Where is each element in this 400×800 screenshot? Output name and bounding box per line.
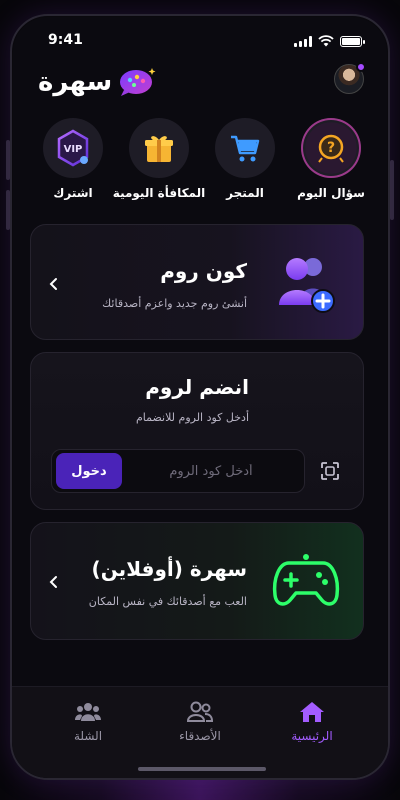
join-row: دخول <box>51 449 347 493</box>
wifi-icon <box>318 35 334 47</box>
chevron-left-icon <box>49 278 57 290</box>
vip-badge-icon: VIP <box>43 118 103 178</box>
tab-label: الشلة <box>73 729 103 743</box>
tab-list: الشلة الأصدقاء الرئيسية <box>12 701 388 743</box>
add-users-icon <box>279 258 335 313</box>
app-name: سهرة <box>38 67 113 97</box>
join-room-subtitle: أدخل كود الروم للانضمام <box>135 411 249 424</box>
join-room-card: انضم لروم أدخل كود الروم للانضمام دخول <box>30 352 364 510</box>
tab-label: الرئيسية <box>291 729 333 743</box>
offline-title: سهرة (أوفلاين) <box>91 557 247 581</box>
home-indicator[interactable] <box>138 767 266 771</box>
tab-home[interactable]: الرئيسية <box>262 701 362 743</box>
group-icon <box>75 703 101 721</box>
create-room-card[interactable]: كون روم أنشئ روم جديد واعزم أصدقائك <box>30 224 364 340</box>
quick-action-label: المكافأة اليومية <box>112 186 206 200</box>
tab-bar: الشلة الأصدقاء الرئيسية <box>12 686 388 778</box>
question-icon: ? <box>301 118 361 178</box>
offline-subtitle: العب مع أصدقائك في نفس المكان <box>88 595 247 608</box>
header: سهرة <box>12 62 388 104</box>
cart-icon <box>215 118 275 178</box>
svg-text:?: ? <box>327 140 335 156</box>
join-room-title: انضم لروم <box>145 375 249 399</box>
offline-mode-card[interactable]: سهرة (أوفلاين) العب مع أصدقائك في نفس ال… <box>30 522 364 640</box>
join-button[interactable]: دخول <box>56 453 122 489</box>
tab-group[interactable]: الشلة <box>38 701 138 743</box>
avatar[interactable] <box>334 62 366 94</box>
quick-actions: VIP اشترك المكافأة اليومية المتجر ? سؤال… <box>30 118 374 200</box>
quick-action-label: سؤال اليوم <box>297 186 365 200</box>
phone-frame: 9:41 سهرة VIP اشترك المكافأة اليومية الم… <box>10 14 390 780</box>
create-room-subtitle: أنشئ روم جديد واعزم أصدقائك <box>102 297 247 310</box>
join-code-box: دخول <box>51 449 305 493</box>
tab-friends[interactable]: الأصدقاء <box>150 701 250 743</box>
status-icons <box>294 35 365 47</box>
signal-icon <box>294 35 312 47</box>
notification-dot <box>356 62 366 72</box>
create-room-title: كون روم <box>160 259 247 283</box>
quick-action-daily-reward[interactable]: المكافأة اليومية <box>112 118 206 200</box>
status-time: 9:41 <box>48 32 83 48</box>
battery-icon <box>340 35 365 47</box>
friends-icon <box>187 701 213 722</box>
status-bar: 9:41 <box>12 32 388 52</box>
room-code-input[interactable] <box>122 453 300 489</box>
tab-label: الأصدقاء <box>179 729 221 743</box>
brand: سهرة <box>38 66 158 98</box>
quick-action-label: اشترك <box>53 186 93 200</box>
power-button[interactable] <box>390 160 394 220</box>
gamepad-icon <box>272 554 340 606</box>
chevron-left-icon <box>49 576 57 588</box>
quick-action-label: المتجر <box>226 186 264 200</box>
home-icon <box>300 702 324 722</box>
app-logo-icon <box>120 68 156 96</box>
quick-action-question[interactable]: ? سؤال اليوم <box>288 118 374 200</box>
vip-badge-text: VIP <box>64 144 83 155</box>
scan-qr-icon[interactable] <box>313 449 347 493</box>
quick-action-store[interactable]: المتجر <box>202 118 288 200</box>
quick-action-subscribe[interactable]: VIP اشترك <box>30 118 116 200</box>
gift-icon <box>129 118 189 178</box>
